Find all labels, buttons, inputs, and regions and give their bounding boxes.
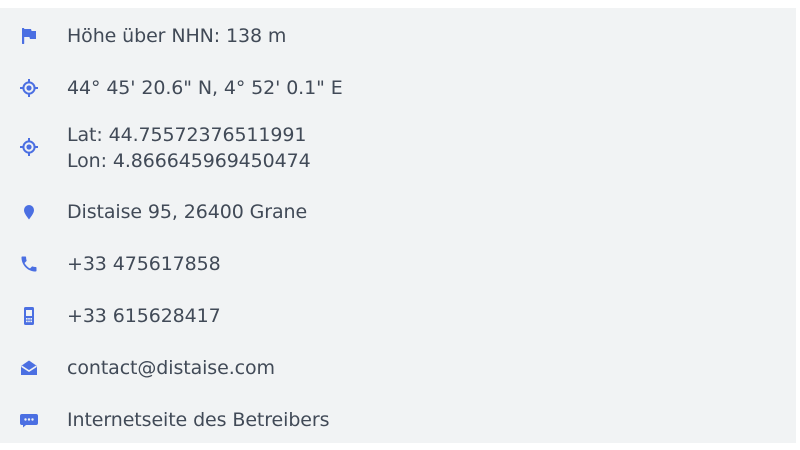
dms-coordinates-row[interactable]: 44° 45' 20.6" N, 4° 52' 0.1" E bbox=[0, 71, 796, 105]
phone-text: +33 475617858 bbox=[67, 253, 221, 275]
website-icon bbox=[18, 409, 40, 431]
dms-coordinates-text: 44° 45' 20.6" N, 4° 52' 0.1" E bbox=[67, 77, 343, 99]
gps-target-icon bbox=[18, 136, 40, 158]
mobile-phone-icon bbox=[18, 305, 40, 327]
gps-target-icon bbox=[18, 77, 40, 99]
phone-icon bbox=[18, 253, 40, 275]
mobile-phone-row[interactable]: +33 615628417 bbox=[0, 299, 796, 333]
mobile-phone-text: +33 615628417 bbox=[67, 305, 221, 327]
map-pin-icon bbox=[18, 201, 40, 223]
decimal-coordinates-text: Lat: 44.75572376511991 Lon: 4.8666459694… bbox=[67, 122, 311, 174]
elevation-row: Höhe über NHN: 138 m bbox=[0, 19, 796, 53]
latitude-text: Lat: 44.75572376511991 bbox=[67, 124, 307, 146]
email-row[interactable]: contact@distaise.com bbox=[0, 351, 796, 385]
decimal-coordinates-row[interactable]: Lat: 44.75572376511991 Lon: 4.8666459694… bbox=[0, 118, 796, 178]
address-text: Distaise 95, 26400 Grane bbox=[67, 201, 308, 223]
elevation-text: Höhe über NHN: 138 m bbox=[67, 25, 287, 47]
email-icon bbox=[18, 357, 40, 379]
website-text: Internetseite des Betreibers bbox=[67, 409, 330, 431]
longitude-text: Lon: 4.866645969450474 bbox=[67, 150, 311, 172]
address-row[interactable]: Distaise 95, 26400 Grane bbox=[0, 195, 796, 229]
email-text: contact@distaise.com bbox=[67, 357, 275, 379]
poi-details-panel: Höhe über NHN: 138 m 44° 45' 20.6" N, 4°… bbox=[0, 8, 796, 443]
phone-row[interactable]: +33 475617858 bbox=[0, 247, 796, 281]
flag-icon bbox=[18, 25, 40, 47]
website-row[interactable]: Internetseite des Betreibers bbox=[0, 403, 796, 437]
